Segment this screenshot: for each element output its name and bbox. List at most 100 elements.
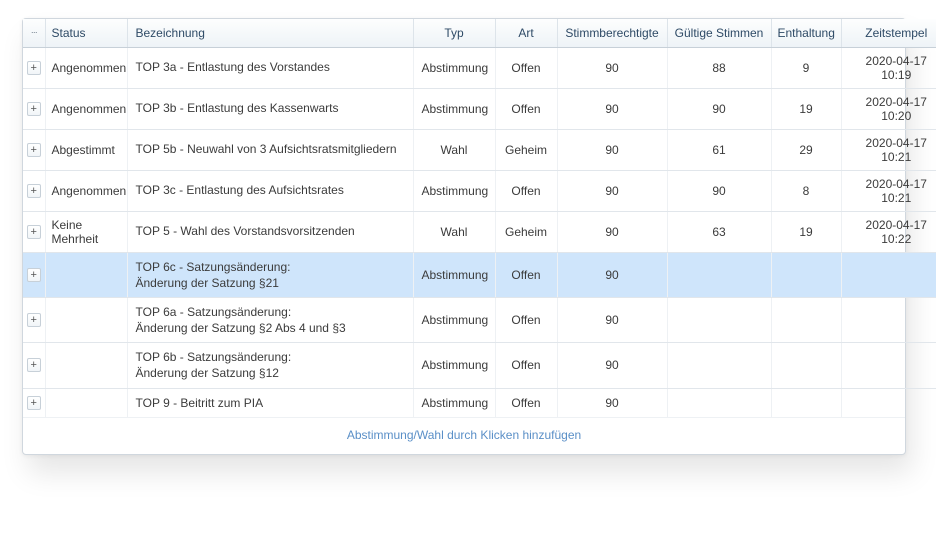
cell-art: Offen <box>495 170 557 211</box>
cell-enthaltung: 19 <box>771 88 841 129</box>
table-row[interactable]: + TOP 6c - Satzungsänderung:Änderung der … <box>23 252 936 297</box>
cell-status <box>45 343 127 388</box>
expand-icon[interactable]: + <box>27 61 41 75</box>
cell-typ: Wahl <box>413 211 495 252</box>
cell-typ: Abstimmung <box>413 252 495 297</box>
cell-typ: Abstimmung <box>413 88 495 129</box>
bezeichnung-line1: TOP 6a - Satzungsänderung: <box>136 305 292 319</box>
cell-stimmberechtigte: 90 <box>557 343 667 388</box>
cell-stimmberechtigte: 90 <box>557 47 667 88</box>
cell-art: Geheim <box>495 211 557 252</box>
cell-status: Angenommen <box>45 170 127 211</box>
cell-gueltige-stimmen <box>667 343 771 388</box>
header-typ[interactable]: Typ <box>413 19 495 47</box>
cell-typ: Abstimmung <box>413 297 495 342</box>
cell-typ: Abstimmung <box>413 388 495 417</box>
header-art[interactable]: Art <box>495 19 557 47</box>
bezeichnung-line1: TOP 3b - Entlastung des Kassenwarts <box>136 101 339 115</box>
cell-art: Offen <box>495 297 557 342</box>
cell-enthaltung: 29 <box>771 129 841 170</box>
cell-bezeichnung: TOP 5b - Neuwahl von 3 Aufsichtsratsmitg… <box>127 129 413 170</box>
cell-zeitstempel <box>841 252 936 297</box>
cell-typ: Abstimmung <box>413 47 495 88</box>
table-row[interactable]: + TOP 6b - Satzungsänderung:Änderung der … <box>23 343 936 388</box>
cell-stimmberechtigte: 90 <box>557 297 667 342</box>
bezeichnung-line1: TOP 9 - Beitritt zum PIA <box>136 396 264 410</box>
cell-status: Keine Mehrheit <box>45 211 127 252</box>
cell-status: Abgestimmt <box>45 129 127 170</box>
cell-gueltige-stimmen: 61 <box>667 129 771 170</box>
table-row[interactable]: + Keine Mehrheit TOP 5 - Wahl des Vorstand… <box>23 211 936 252</box>
votes-table: ··· Status Bezeichnung Typ Art Stimmbere… <box>23 19 936 417</box>
expand-icon[interactable]: + <box>27 225 41 239</box>
table-row[interactable]: + TOP 9 - Beitritt zum PIA AbstimmungOffen… <box>23 388 936 417</box>
cell-bezeichnung: TOP 3c - Entlastung des Aufsichtsrates <box>127 170 413 211</box>
expand-icon[interactable]: + <box>27 396 41 410</box>
cell-typ: Abstimmung <box>413 343 495 388</box>
cell-art: Offen <box>495 47 557 88</box>
cell-gueltige-stimmen: 88 <box>667 47 771 88</box>
header-menu-icon[interactable]: ··· <box>27 26 41 40</box>
cell-status: Angenommen <box>45 88 127 129</box>
bezeichnung-line1: TOP 5 - Wahl des Vorstandsvorsitzenden <box>136 224 355 238</box>
add-row-link[interactable]: Abstimmung/Wahl durch Klicken hinzufügen <box>23 417 905 454</box>
cell-gueltige-stimmen: 63 <box>667 211 771 252</box>
cell-stimmberechtigte: 90 <box>557 129 667 170</box>
bezeichnung-line1: TOP 5b - Neuwahl von 3 Aufsichtsratsmitg… <box>136 142 397 156</box>
cell-enthaltung <box>771 297 841 342</box>
cell-status <box>45 388 127 417</box>
votes-panel: ··· Status Bezeichnung Typ Art Stimmbere… <box>22 18 906 455</box>
cell-art: Offen <box>495 388 557 417</box>
cell-enthaltung <box>771 388 841 417</box>
cell-typ: Wahl <box>413 129 495 170</box>
header-enthaltung[interactable]: Enthaltung <box>771 19 841 47</box>
bezeichnung-line2: Änderung der Satzung §21 <box>136 275 405 291</box>
table-row[interactable]: + Angenommen TOP 3b - Entlastung des Kasse… <box>23 88 936 129</box>
cell-zeitstempel: 2020-04-17 10:21 <box>841 170 936 211</box>
cell-typ: Abstimmung <box>413 170 495 211</box>
cell-bezeichnung: TOP 6b - Satzungsänderung:Änderung der S… <box>127 343 413 388</box>
table-row[interactable]: + TOP 6a - Satzungsänderung:Änderung der … <box>23 297 936 342</box>
expand-icon[interactable]: + <box>27 313 41 327</box>
cell-stimmberechtigte: 90 <box>557 88 667 129</box>
header-row: ··· Status Bezeichnung Typ Art Stimmbere… <box>23 19 936 47</box>
cell-bezeichnung: TOP 6a - Satzungsänderung:Änderung der S… <box>127 297 413 342</box>
header-gueltige-stimmen[interactable]: Gültige Stimmen <box>667 19 771 47</box>
cell-zeitstempel: 2020-04-17 10:22 <box>841 211 936 252</box>
cell-enthaltung: 8 <box>771 170 841 211</box>
bezeichnung-line1: TOP 6c - Satzungsänderung: <box>136 260 291 274</box>
cell-stimmberechtigte: 90 <box>557 388 667 417</box>
table-row[interactable]: + AngenommenTOP 3a - Entlastung des Vorst… <box>23 47 936 88</box>
table-row[interactable]: + Angenommen TOP 3c - Entlastung des Aufsi… <box>23 170 936 211</box>
cell-enthaltung: 19 <box>771 211 841 252</box>
cell-zeitstempel <box>841 388 936 417</box>
cell-status: Angenommen <box>45 47 127 88</box>
header-zeitstempel[interactable]: Zeitstempel <box>841 19 936 47</box>
header-status[interactable]: Status <box>45 19 127 47</box>
table-row[interactable]: + Abgestimmt TOP 5b - Neuwahl von 3 Aufsic… <box>23 129 936 170</box>
cell-stimmberechtigte: 90 <box>557 170 667 211</box>
bezeichnung-line1: TOP 3c - Entlastung des Aufsichtsrates <box>136 183 344 197</box>
cell-enthaltung: 9 <box>771 47 841 88</box>
cell-bezeichnung: TOP 5 - Wahl des Vorstandsvorsitzenden <box>127 211 413 252</box>
expand-icon[interactable]: + <box>27 268 41 282</box>
cell-gueltige-stimmen <box>667 297 771 342</box>
bezeichnung-line1: TOP 6b - Satzungsänderung: <box>136 350 292 364</box>
cell-bezeichnung: TOP 3a - Entlastung des Vorstandes <box>127 47 413 88</box>
cell-zeitstempel: 2020-04-17 10:20 <box>841 88 936 129</box>
cell-gueltige-stimmen <box>667 388 771 417</box>
expand-icon[interactable]: + <box>27 143 41 157</box>
cell-zeitstempel: 2020-04-17 10:19 <box>841 47 936 88</box>
bezeichnung-line2: Änderung der Satzung §2 Abs 4 und §3 <box>136 320 405 336</box>
expand-icon[interactable]: + <box>27 102 41 116</box>
header-stimmberechtigte[interactable]: Stimmberechtigte <box>557 19 667 47</box>
expand-icon[interactable]: + <box>27 184 41 198</box>
cell-art: Geheim <box>495 129 557 170</box>
cell-gueltige-stimmen: 90 <box>667 170 771 211</box>
header-bezeichnung[interactable]: Bezeichnung <box>127 19 413 47</box>
bezeichnung-line2: Änderung der Satzung §12 <box>136 365 405 381</box>
cell-art: Offen <box>495 343 557 388</box>
expand-icon[interactable]: + <box>27 358 41 372</box>
cell-enthaltung <box>771 343 841 388</box>
cell-bezeichnung: TOP 6c - Satzungsänderung:Änderung der S… <box>127 252 413 297</box>
